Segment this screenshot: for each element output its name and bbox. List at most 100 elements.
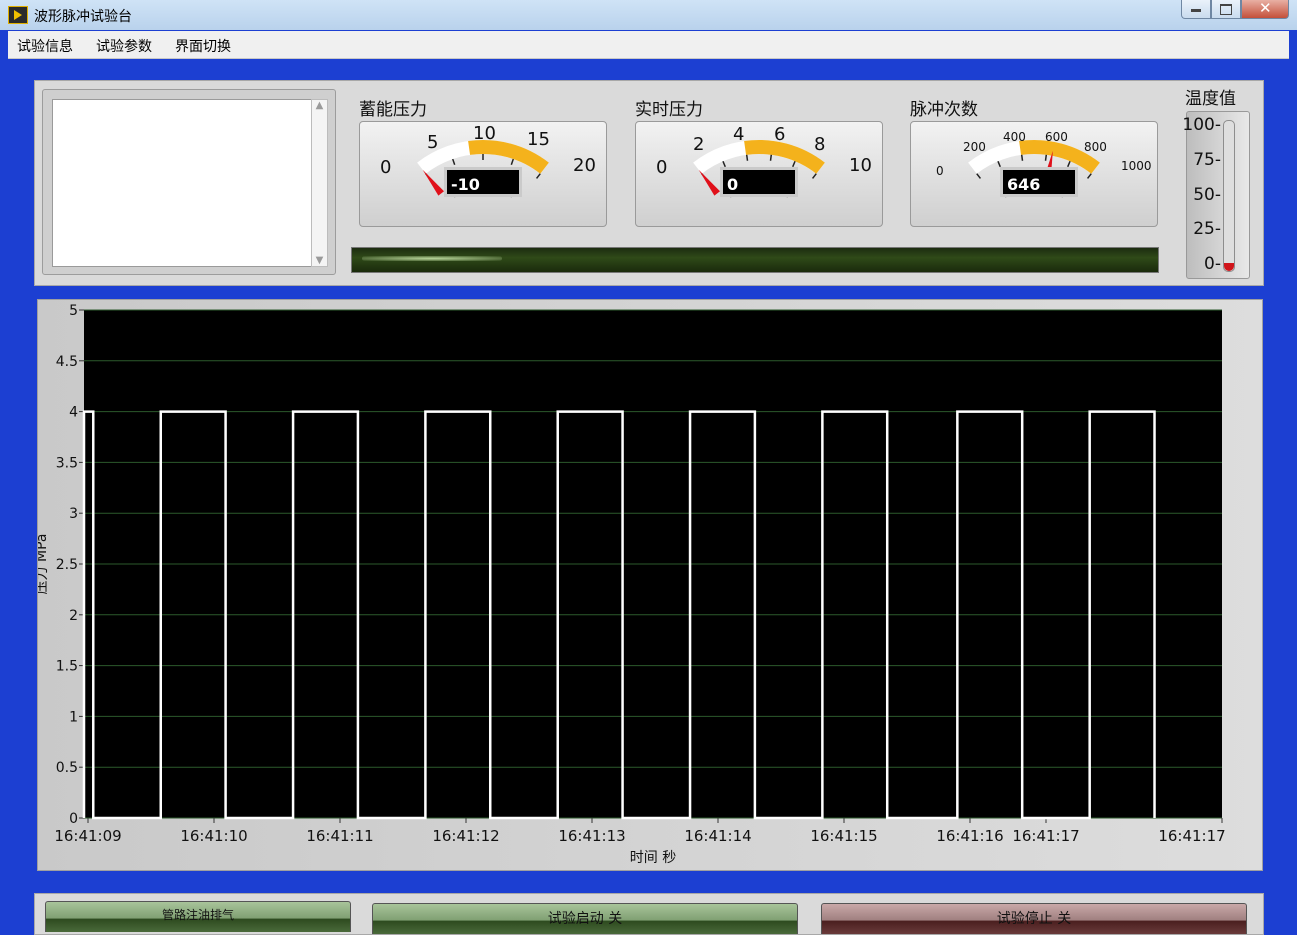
gauge-tick-mark xyxy=(510,158,514,165)
gauge-digital-display: 0 xyxy=(720,167,798,197)
gauge-tick: 15 xyxy=(527,129,550,150)
y-tick-label: 2 xyxy=(69,608,78,624)
y-tick-label: 5 xyxy=(69,303,78,319)
gauge-tick-mark xyxy=(1020,154,1024,161)
x-axis-label: 时间 秒 xyxy=(630,850,676,866)
pressure-chart-panel: 5 4.5 4 3.5 3 2.5 2 1.5 1 0.5 0 16:41:09 16:41:10 16:… xyxy=(34,299,1263,871)
gauge-warning-band xyxy=(468,140,549,174)
y-tick-label: 3.5 xyxy=(56,455,78,471)
y-tick-label: 3 xyxy=(69,506,78,522)
gauge-tick: 10 xyxy=(473,123,496,144)
gauge-tick-mark xyxy=(997,160,1001,168)
minimize-button[interactable] xyxy=(1181,0,1211,19)
test-start-button[interactable]: 试验启动 关 xyxy=(372,903,798,934)
gauge-tick-mark xyxy=(535,173,541,179)
thermometer-tube xyxy=(1223,120,1235,272)
thermometer-level xyxy=(1224,263,1234,271)
thermometer: 100- 75- 50- 25- 0- xyxy=(1182,111,1250,279)
maximize-button[interactable] xyxy=(1211,0,1241,19)
gauge-pulse-count: 0 200 400 600 800 1000 646 xyxy=(910,121,1158,227)
gauge-label-realtime: 实时压力 xyxy=(635,100,703,120)
maximize-icon xyxy=(1220,4,1232,15)
gauge-tick-mark xyxy=(452,158,456,165)
progress-highlight xyxy=(362,256,502,261)
x-tick-label: 16:41:17 xyxy=(1158,827,1225,845)
x-tick-label: 16:41:17 xyxy=(1012,827,1079,845)
pressure-waveform-chart: 5 4.5 4 3.5 3 2.5 2 1.5 1 0.5 016:41:09 16:41:10 16:… xyxy=(34,303,1226,866)
gauge-tick-mark xyxy=(1067,160,1071,168)
window-title: 波形脉冲试验台 xyxy=(34,9,132,25)
test-stop-button[interactable]: 试验停止 关 xyxy=(821,903,1247,934)
x-tick-label: 16:41:15 xyxy=(810,827,877,845)
gauge-tick-mark xyxy=(745,154,749,161)
gauge-tick: 600 xyxy=(1045,130,1068,144)
y-tick-label: 2.5 xyxy=(56,557,78,573)
gauge-tick-mark xyxy=(722,160,726,168)
info-listbox: ▲ ▼ xyxy=(42,89,336,275)
x-tick-label: 16:41:16 xyxy=(936,827,1003,845)
menu-bar: 试验信息 试验参数 界面切换 xyxy=(8,31,1289,59)
gauge-warning-band xyxy=(744,140,825,174)
x-tick-label: 16:41:13 xyxy=(558,827,625,845)
thermometer-tick: 50- xyxy=(1193,185,1221,205)
gauge-tick: 8 xyxy=(814,134,826,155)
gauge-tick-mark xyxy=(1086,173,1092,179)
labview-app-icon xyxy=(8,6,28,24)
thermometer-tick: 100- xyxy=(1182,115,1221,135)
gauge-tick: 0 xyxy=(380,157,392,178)
gauge-tick: 0 xyxy=(936,164,944,178)
menu-test-params[interactable]: 试验参数 xyxy=(96,36,152,56)
gauge-tick: 400 xyxy=(1003,130,1026,144)
gauge-digital-display: 646 xyxy=(1000,167,1078,197)
scroll-down-icon[interactable]: ▼ xyxy=(312,255,327,266)
x-tick-label: 16:41:10 xyxy=(180,827,247,845)
gauge-tick-mark xyxy=(811,173,817,179)
gauge-needle xyxy=(698,169,720,196)
minimize-icon xyxy=(1191,9,1201,12)
thermometer-label: 温度值 xyxy=(1185,89,1236,109)
close-icon: ✕ xyxy=(1259,0,1272,17)
gauge-tick-mark xyxy=(1044,154,1048,161)
gauge-label-accumulator: 蓄能压力 xyxy=(359,100,427,120)
gauge-accumulator-pressure: 0 5 10 15 20 -10 xyxy=(359,121,607,227)
thermometer-tick: 25- xyxy=(1193,219,1221,239)
scroll-up-icon[interactable]: ▲ xyxy=(312,100,327,111)
y-tick-label: 1 xyxy=(69,709,78,725)
gauge-tick: 10 xyxy=(849,155,872,176)
menu-switch-view[interactable]: 界面切换 xyxy=(175,36,231,56)
thermometer-tick: 0- xyxy=(1204,254,1221,274)
gauge-tick: 2 xyxy=(693,134,705,155)
x-tick-label: 16:41:14 xyxy=(684,827,751,845)
info-list[interactable] xyxy=(52,99,312,267)
x-tick-label: 16:41:09 xyxy=(54,827,121,845)
y-tick-label: 4.5 xyxy=(56,354,78,370)
list-scrollbar[interactable]: ▲ ▼ xyxy=(311,99,328,267)
y-tick-label: 0 xyxy=(69,811,78,827)
gauge-needle xyxy=(422,169,444,196)
gauge-tick: 20 xyxy=(573,155,596,176)
gauge-tick: 800 xyxy=(1084,140,1107,154)
title-bar: 波形脉冲试验台 ✕ xyxy=(0,0,1297,30)
y-tick-label: 4 xyxy=(69,405,78,421)
y-axis-label: 压力 MPa xyxy=(38,534,50,595)
thermometer-tick: 75- xyxy=(1193,150,1221,170)
menu-test-info[interactable]: 试验信息 xyxy=(17,36,73,56)
gauge-realtime-pressure: 0 2 4 6 8 10 0 xyxy=(635,121,883,227)
gauge-tick: 1000 xyxy=(1121,159,1152,173)
gauge-tick: 6 xyxy=(774,124,786,145)
gauge-label-pulse-count: 脉冲次数 xyxy=(910,100,978,120)
gauge-digital-display: -10 xyxy=(444,167,522,197)
gauge-tick-mark xyxy=(976,173,982,179)
close-button[interactable]: ✕ xyxy=(1241,0,1289,19)
pipe-fill-purge-button[interactable]: 管路注油排气 xyxy=(45,901,351,932)
gauge-tick: 200 xyxy=(963,140,986,154)
gauge-tick: 5 xyxy=(427,132,439,153)
x-tick-label: 16:41:11 xyxy=(306,827,373,845)
gauge-tick: 0 xyxy=(656,157,668,178)
gauge-tick-mark xyxy=(792,160,796,168)
window-controls: ✕ xyxy=(1181,0,1289,20)
x-tick-label: 16:41:12 xyxy=(432,827,499,845)
progress-bar xyxy=(351,247,1159,273)
y-tick-label: 1.5 xyxy=(56,659,78,675)
gauge-tick-mark xyxy=(769,154,773,161)
